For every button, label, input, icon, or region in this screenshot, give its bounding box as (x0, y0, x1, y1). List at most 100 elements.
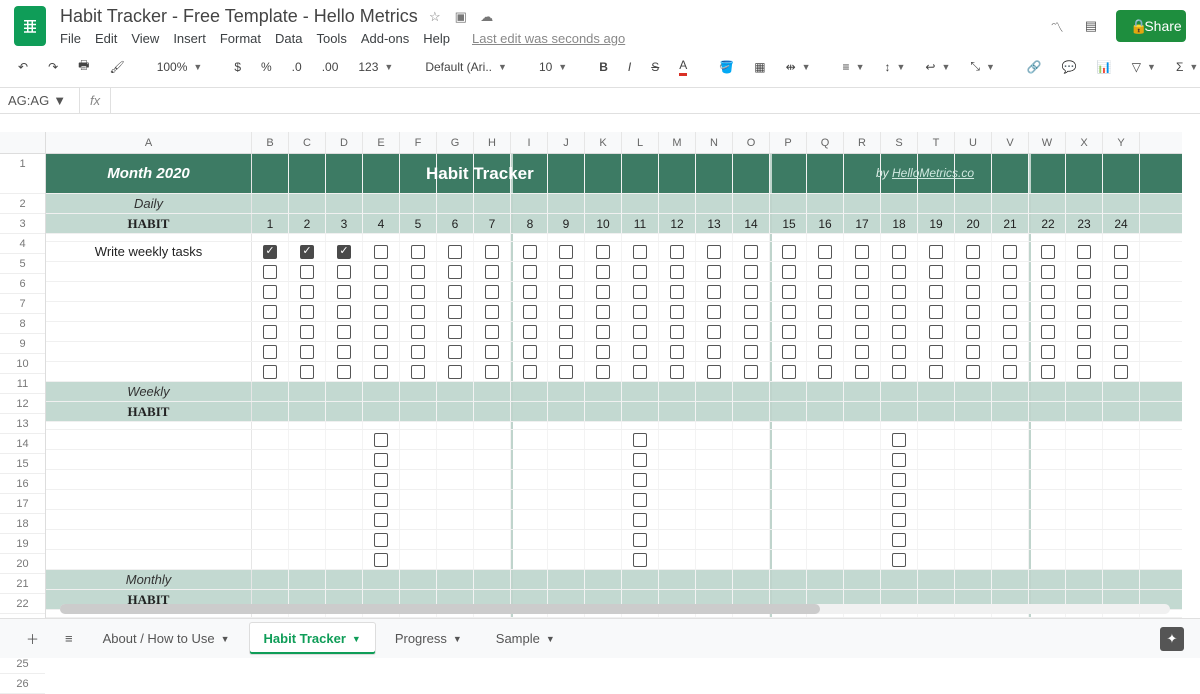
col-header-Y[interactable]: Y (1103, 132, 1140, 153)
checkbox[interactable] (782, 285, 796, 299)
cell-day-2[interactable] (289, 510, 326, 529)
cell-day-18[interactable] (881, 362, 918, 381)
cell-day-11[interactable] (622, 282, 659, 301)
checkbox[interactable] (300, 365, 314, 379)
cell-day-8[interactable] (511, 530, 548, 549)
cell-day-4[interactable] (363, 234, 400, 241)
cell-day-6[interactable] (437, 402, 474, 421)
cell-day-6[interactable] (437, 382, 474, 401)
cell-day-3[interactable] (326, 282, 363, 301)
checkbox[interactable] (633, 305, 647, 319)
cell-day-12[interactable] (659, 342, 696, 361)
filter-button[interactable]: ▽▼ (1126, 56, 1162, 78)
checkbox[interactable] (892, 553, 906, 567)
cell-day-21[interactable] (992, 510, 1029, 529)
cell-day-14[interactable] (733, 382, 770, 401)
cell-day-7[interactable] (474, 470, 511, 489)
cell-day-14[interactable] (733, 422, 770, 429)
cell-day-23[interactable] (1066, 402, 1103, 421)
cell-day-13[interactable] (696, 510, 733, 529)
checkbox[interactable] (670, 305, 684, 319)
cell-day-6[interactable] (437, 470, 474, 489)
cell-day-2[interactable] (289, 262, 326, 281)
cell-day-10[interactable] (585, 382, 622, 401)
checkbox[interactable] (300, 285, 314, 299)
cell-day-22[interactable] (1029, 382, 1066, 401)
cell-day-21[interactable] (992, 570, 1029, 589)
cell-day-2[interactable] (289, 490, 326, 509)
checkbox[interactable] (411, 325, 425, 339)
checkbox[interactable] (1041, 265, 1055, 279)
cell-day-10[interactable] (585, 362, 622, 381)
font-size-select[interactable]: 10▼ (533, 56, 573, 78)
cell-day-18[interactable] (881, 430, 918, 449)
cell-day-7[interactable] (474, 262, 511, 281)
cell-day-19[interactable] (918, 194, 955, 213)
menu-addons[interactable]: Add-ons (361, 31, 409, 46)
checkbox[interactable] (744, 325, 758, 339)
cell-day-2[interactable] (289, 382, 326, 401)
checkbox[interactable] (855, 265, 869, 279)
cell-day-15[interactable]: 15 (770, 214, 807, 233)
checkbox[interactable] (966, 245, 980, 259)
checkbox[interactable] (559, 305, 573, 319)
checkbox[interactable] (929, 345, 943, 359)
cell-day-14[interactable] (733, 322, 770, 341)
cell-day-13[interactable]: 13 (696, 214, 733, 233)
cell-day-16[interactable] (807, 302, 844, 321)
cell-day-24[interactable] (1103, 570, 1140, 589)
cell-day-22[interactable] (1029, 490, 1066, 509)
col-header-D[interactable]: D (326, 132, 363, 153)
row-header-9[interactable]: 9 (0, 334, 45, 354)
cell-day-17[interactable] (844, 570, 881, 589)
cell-day-12[interactable] (659, 470, 696, 489)
cell-day-2[interactable] (289, 530, 326, 549)
checkbox[interactable] (966, 365, 980, 379)
cell-day-13[interactable] (696, 470, 733, 489)
col-header-X[interactable]: X (1066, 132, 1103, 153)
cell-day-4[interactable] (363, 530, 400, 549)
cell-day-5[interactable] (400, 234, 437, 241)
cell-day-19[interactable] (918, 550, 955, 569)
cell-day-12[interactable] (659, 362, 696, 381)
cell-day-3[interactable] (326, 570, 363, 589)
cell-day-9[interactable] (548, 154, 585, 193)
cell-day-5[interactable] (400, 470, 437, 489)
comments-icon[interactable]: ▤ (1082, 17, 1100, 35)
cell-day-2[interactable] (289, 322, 326, 341)
cell-day-11[interactable] (622, 262, 659, 281)
cell-a[interactable]: HABIT (46, 402, 252, 421)
cell-day-4[interactable] (363, 194, 400, 213)
cell-day-6[interactable] (437, 530, 474, 549)
cell-day-5[interactable] (400, 402, 437, 421)
checkbox[interactable] (670, 345, 684, 359)
cell-day-16[interactable] (807, 422, 844, 429)
cell-day-18[interactable] (881, 570, 918, 589)
cell-day-10[interactable] (585, 322, 622, 341)
cell-day-7[interactable] (474, 302, 511, 321)
cell-day-23[interactable] (1066, 510, 1103, 529)
cell-day-8[interactable]: 8 (511, 214, 548, 233)
cell-day-14[interactable]: 14 (733, 214, 770, 233)
cell-day-7[interactable] (474, 194, 511, 213)
cell-day-23[interactable] (1066, 234, 1103, 241)
cell-day-14[interactable] (733, 450, 770, 469)
col-header-W[interactable]: W (1029, 132, 1066, 153)
cell-day-13[interactable] (696, 362, 733, 381)
cell-day-4[interactable]: 4 (363, 214, 400, 233)
cell-day-24[interactable] (1103, 450, 1140, 469)
cell-day-9[interactable] (548, 510, 585, 529)
cell-day-14[interactable] (733, 470, 770, 489)
checkbox[interactable] (892, 433, 906, 447)
cell-day-22[interactable] (1029, 234, 1066, 241)
cell-day-24[interactable] (1103, 510, 1140, 529)
checkbox[interactable] (337, 305, 351, 319)
col-header-I[interactable]: I (511, 132, 548, 153)
cell-day-20[interactable] (955, 510, 992, 529)
cell-day-21[interactable] (992, 530, 1029, 549)
tab-progress[interactable]: Progress▼ (381, 623, 476, 654)
row-header-14[interactable]: 14 (0, 434, 45, 454)
checkbox[interactable] (559, 245, 573, 259)
checkbox[interactable] (596, 365, 610, 379)
cell-day-6[interactable] (437, 322, 474, 341)
